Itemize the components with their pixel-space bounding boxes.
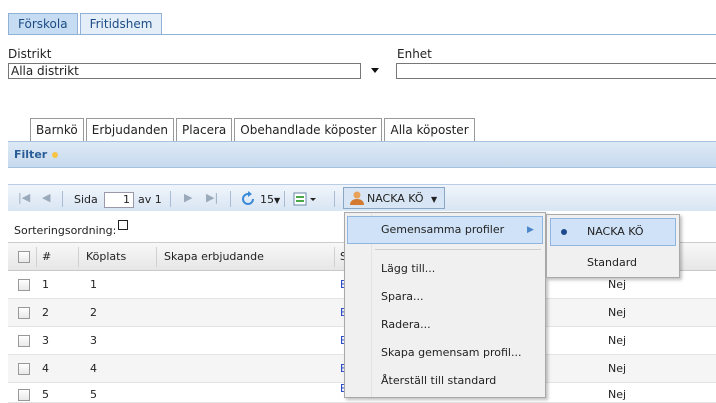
tab-obehandlade-koposter[interactable]: Obehandlade köposter <box>234 118 383 141</box>
submenu-arrow-icon[interactable]: ▶ <box>527 216 534 244</box>
row-checkbox[interactable] <box>18 279 30 291</box>
tab-alla-koposter[interactable]: Alla köposter <box>384 118 475 141</box>
row-num: 3 <box>42 334 49 347</box>
top-tab-bar: Förskola Fritidshem <box>8 13 164 35</box>
row-koplats: 3 <box>90 334 97 347</box>
row-koplats: 4 <box>90 362 97 375</box>
row-checkbox[interactable] <box>18 335 30 347</box>
menu-item-label[interactable]: Gemensamma profiler <box>381 216 504 244</box>
profiles-submenu: NACKA KÖ Standard <box>546 214 680 278</box>
last-page-icon[interactable]: ▶| <box>206 191 218 205</box>
page-label: Sida <box>74 193 98 206</box>
row-status: Nej <box>608 362 627 375</box>
row-status: Nej <box>608 334 627 347</box>
tab-barnko[interactable]: Barnkö <box>30 118 84 141</box>
sort-order-label: Sorteringsordning: <box>14 224 117 237</box>
column-divider <box>334 247 335 267</box>
distrikt-select[interactable]: Alla distrikt <box>8 63 361 79</box>
submenu-item-standard[interactable]: Standard <box>587 249 637 277</box>
profile-menu: Gemensamma profiler ▶ Lägg till... Spara… <box>344 212 546 398</box>
menu-item-lagg-till[interactable]: Lägg till... <box>381 255 435 283</box>
row-checkbox[interactable] <box>18 363 30 375</box>
row-status: Nej <box>608 388 627 401</box>
submenu-item-label[interactable]: NACKA KÖ <box>587 218 644 246</box>
refresh-icon[interactable] <box>240 191 256 207</box>
selected-radio-icon <box>561 229 567 235</box>
tab-fritidshem[interactable]: Fritidshem <box>79 13 163 35</box>
export-excel-icon[interactable] <box>293 191 317 207</box>
menu-item-aterstall-till-standard[interactable]: Återställ till standard <box>381 367 496 395</box>
row-checkbox[interactable] <box>18 307 30 319</box>
row-koplats: 5 <box>90 388 97 401</box>
menu-item-spara[interactable]: Spara... <box>381 283 423 311</box>
page-size-select[interactable]: 15▼ <box>260 193 280 208</box>
page-number-input[interactable]: 1 <box>104 192 134 208</box>
user-profile-icon <box>349 190 365 206</box>
menu-item-skapa-gemensam-profil[interactable]: Skapa gemensam profil... <box>381 339 521 367</box>
filter-label[interactable]: Filter <box>14 148 47 161</box>
distrikt-dropdown-icon[interactable] <box>371 68 379 73</box>
row-koplats: 1 <box>90 278 97 291</box>
enhet-select[interactable] <box>396 63 716 79</box>
profile-chevron-down-icon[interactable]: ▼ <box>431 193 437 207</box>
enhet-label: Enhet <box>397 47 432 61</box>
tab-forskola[interactable]: Förskola <box>8 13 78 35</box>
toolbar-separator <box>170 191 171 207</box>
tab-erbjudanden[interactable]: Erbjudanden <box>85 118 175 141</box>
prev-page-icon[interactable]: ◀ <box>42 191 50 205</box>
header-koplats[interactable]: Köplats <box>86 243 126 271</box>
sort-order-box[interactable] <box>118 220 128 230</box>
row-num: 2 <box>42 306 49 319</box>
row-num: 5 <box>42 388 49 401</box>
menu-separator <box>375 249 541 250</box>
profile-button-label[interactable]: NACKA KÖ <box>367 192 424 206</box>
column-divider <box>156 247 157 267</box>
row-num: 1 <box>42 278 49 291</box>
row-koplats: 2 <box>90 306 97 319</box>
first-page-icon[interactable]: |◀ <box>18 191 30 205</box>
filter-expand-icon[interactable] <box>52 152 58 158</box>
row-status: Nej <box>608 306 627 319</box>
page-size-value: 15 <box>260 193 274 206</box>
tab-underline <box>8 34 716 35</box>
menu-item-radera[interactable]: Radera... <box>381 311 431 339</box>
column-divider <box>36 247 37 267</box>
section-tab-bar: Barnkö Erbjudanden Placera Obehandlade k… <box>30 118 477 141</box>
toolbar-separator <box>230 191 231 207</box>
header-skapa-erbjudande[interactable]: Skapa erbjudande <box>164 243 264 271</box>
tab-placera[interactable]: Placera <box>176 118 233 141</box>
next-page-icon[interactable]: ▶ <box>184 191 192 205</box>
filter-bar[interactable] <box>8 141 716 168</box>
toolbar-separator <box>284 191 285 207</box>
row-num: 4 <box>42 362 49 375</box>
page-of-label: av 1 <box>138 193 162 206</box>
header-num[interactable]: # <box>42 243 51 271</box>
select-all-checkbox[interactable] <box>18 251 30 263</box>
column-divider <box>78 247 79 267</box>
toolbar-separator <box>62 191 63 207</box>
toolbar-separator <box>334 191 335 207</box>
distrikt-label: Distrikt <box>8 47 52 61</box>
row-checkbox[interactable] <box>18 389 30 401</box>
